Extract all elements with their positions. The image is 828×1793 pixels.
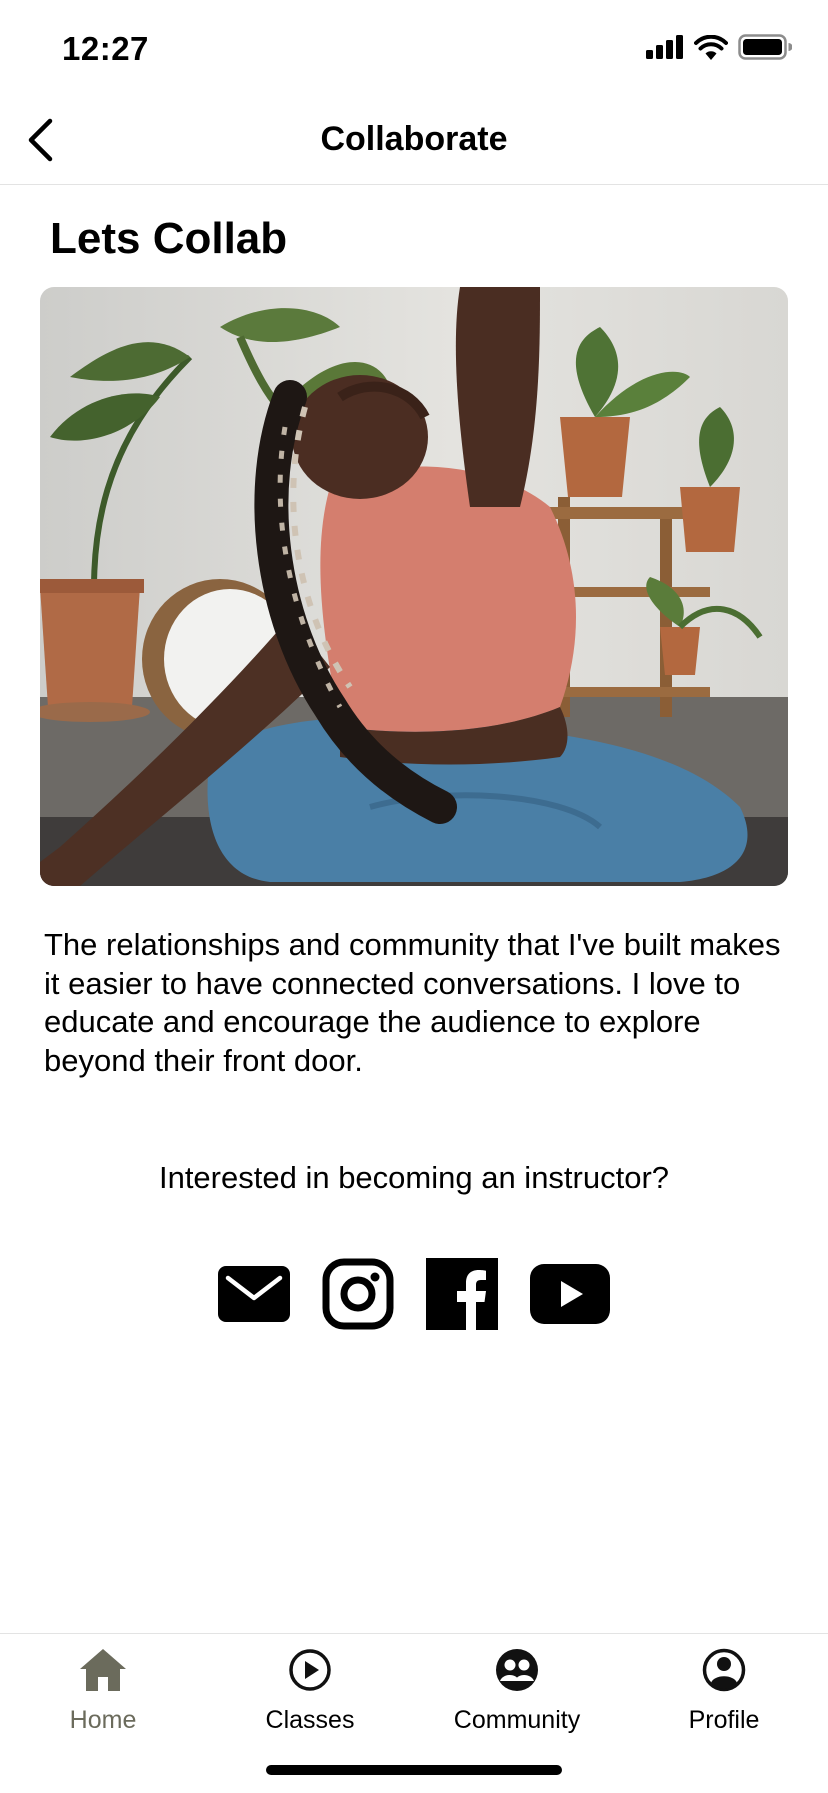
- email-button[interactable]: [218, 1266, 290, 1322]
- youtube-icon: [530, 1264, 610, 1324]
- tab-classes-label: Classes: [265, 1706, 355, 1734]
- mail-icon: [218, 1266, 290, 1322]
- collab-description: The relationships and community that I'v…: [44, 927, 781, 1078]
- tab-profile-label: Profile: [688, 1706, 760, 1734]
- status-bar: 12:27: [0, 0, 828, 96]
- home-indicator: [266, 1765, 562, 1775]
- tab-home-label: Home: [69, 1706, 137, 1734]
- play-circle-icon: [289, 1649, 331, 1691]
- profile-icon: [702, 1648, 746, 1692]
- facebook-button[interactable]: [426, 1258, 498, 1330]
- facebook-icon: [426, 1258, 498, 1330]
- tab-home[interactable]: Home: [3, 1644, 203, 1735]
- community-icon: [496, 1649, 538, 1691]
- home-icon: [80, 1649, 126, 1691]
- instagram-icon: [322, 1258, 394, 1330]
- social-links: [0, 1258, 828, 1330]
- status-time: 12:27: [62, 30, 149, 67]
- section-heading: Lets Collab: [50, 214, 288, 263]
- tab-community[interactable]: Community: [417, 1644, 617, 1735]
- page-title: Collaborate: [320, 120, 508, 158]
- tab-classes[interactable]: Classes: [210, 1644, 410, 1735]
- tab-profile[interactable]: Profile: [624, 1644, 824, 1735]
- status-icons: [646, 34, 792, 60]
- wifi-icon: [694, 34, 728, 60]
- tab-community-label: Community: [453, 1706, 581, 1734]
- instagram-button[interactable]: [322, 1258, 394, 1330]
- instructor-prompt: Interested in becoming an instructor?: [158, 1160, 670, 1195]
- cellular-signal-icon: [646, 35, 683, 59]
- youtube-button[interactable]: [530, 1264, 610, 1324]
- battery-icon: [738, 34, 792, 60]
- navigation-bar: Collaborate: [0, 96, 828, 185]
- hero-photo: [40, 287, 788, 886]
